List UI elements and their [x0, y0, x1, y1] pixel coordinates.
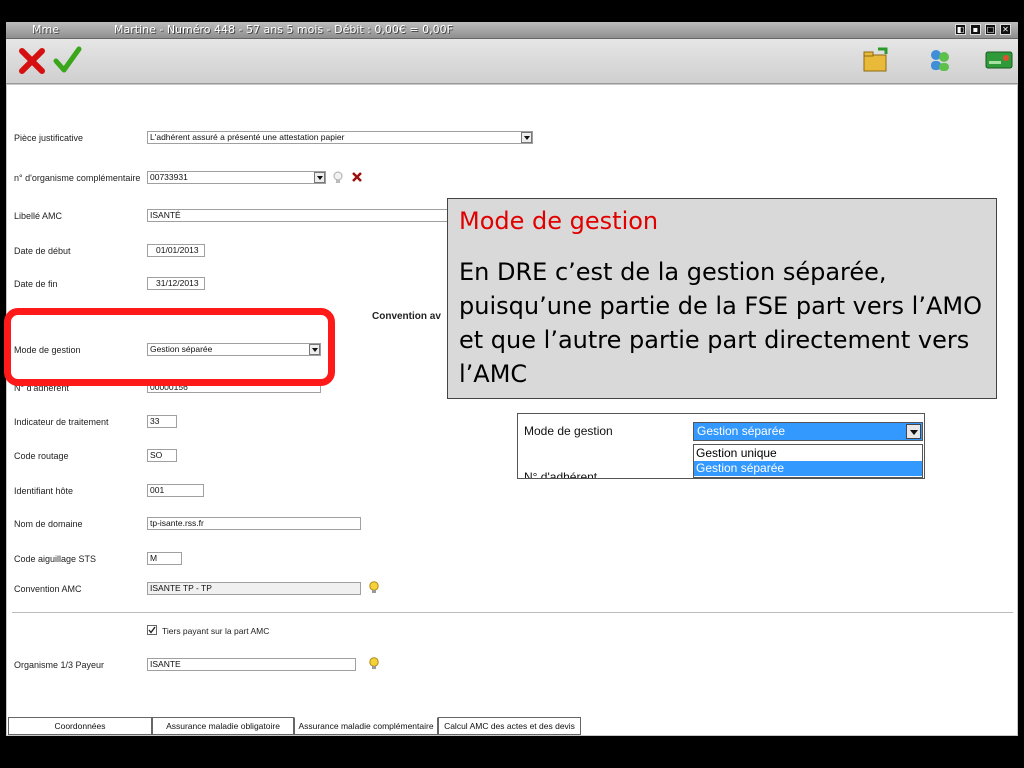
libelle-label: Libellé AMC [14, 211, 63, 221]
routage-label: Code routage [14, 451, 69, 461]
zoom-inset: Mode de gestion Gestion séparée Gestion … [517, 413, 925, 479]
callout-body: En DRE c’est de la gestion séparée, puis… [459, 258, 982, 388]
tiers-checkbox[interactable] [147, 625, 157, 635]
sts-value: M [150, 553, 158, 563]
option-gestion-unique[interactable]: Gestion unique [694, 446, 924, 461]
vitale-card-icon[interactable] [985, 51, 1013, 69]
title-salutation: Mme [32, 23, 59, 36]
zoom-dropdown-list: Gestion unique Gestion séparée [693, 444, 923, 478]
zoom-selected-value: Gestion séparée [697, 424, 786, 438]
piece-value: L'adhérent assuré a présenté une attesta… [150, 132, 345, 142]
payeur-input[interactable]: ISANTE [147, 658, 356, 671]
tab-amc[interactable]: Assurance maladie complémentaire [294, 717, 438, 735]
debut-value: 01/01/2013 [156, 245, 199, 255]
zoom-adherent-label: N° d'adhérent [524, 470, 598, 479]
routage-input[interactable]: SO [147, 449, 177, 462]
lightbulb-icon[interactable] [368, 657, 380, 672]
minimize-icon[interactable]: ▪ [970, 24, 981, 35]
routage-value: SO [150, 450, 163, 460]
red-x-icon[interactable] [18, 47, 46, 75]
restore-icon[interactable]: ◧ [955, 24, 966, 35]
convention-label: Convention AMC [14, 584, 82, 594]
indicateur-value: 33 [150, 416, 160, 426]
window-title-bar: Mme Martine - Numéro 448 - 57 ans 5 mois… [6, 22, 1018, 39]
option-gestion-separee[interactable]: Gestion séparée [694, 461, 922, 476]
convention-heading: Convention av [372, 311, 441, 322]
chevron-down-icon[interactable] [314, 172, 325, 183]
piece-label: Pièce justificative [14, 133, 84, 143]
tiers-label: Tiers payant sur la part AMC [162, 626, 270, 636]
domaine-value: tp-isante.rss.fr [150, 518, 204, 528]
tab-amo[interactable]: Assurance maladie obligatoire [152, 717, 294, 735]
zoom-mode-label: Mode de gestion [524, 424, 613, 438]
highlight-box [4, 308, 335, 386]
hote-input[interactable]: 001 [147, 484, 204, 497]
debut-label: Date de début [14, 246, 71, 256]
maximize-icon[interactable]: □ [985, 24, 996, 35]
indicateur-label: Indicateur de traitement [14, 417, 109, 427]
delete-x-icon[interactable] [352, 172, 362, 182]
window-title: Martine - Numéro 448 - 57 ans 5 mois - D… [114, 23, 453, 36]
hote-value: 001 [150, 485, 165, 495]
organisme-select[interactable]: 00733931 [147, 171, 326, 184]
fin-label: Date de fin [14, 279, 58, 289]
payeur-value: ISANTE [150, 659, 181, 669]
tab-calcul-amc[interactable]: Calcul AMC des actes et des devis [438, 717, 581, 735]
tab-coordonnees[interactable]: Coordonnées [8, 717, 152, 735]
chevron-down-icon[interactable] [521, 132, 532, 143]
domaine-label: Nom de domaine [14, 519, 83, 529]
libelle-input[interactable]: ISANTÉ [147, 209, 452, 222]
sts-label: Code aiguillage STS [14, 554, 97, 564]
libelle-value: ISANTÉ [150, 210, 181, 220]
lightbulb-off-icon[interactable] [332, 171, 344, 185]
indicateur-input[interactable]: 33 [147, 415, 177, 428]
organisme-value: 00733931 [150, 172, 188, 182]
debut-input[interactable]: 01/01/2013 [147, 244, 205, 257]
convention-input[interactable]: ISANTE TP - TP [147, 582, 361, 595]
toolbar [6, 39, 1018, 84]
section-divider [12, 612, 1013, 613]
folder-icon[interactable] [862, 47, 890, 73]
chevron-down-icon[interactable] [906, 424, 921, 439]
explanation-callout: Mode de gestion En DRE c’est de la gesti… [447, 198, 997, 399]
users-icon[interactable] [926, 47, 954, 73]
check-icon [148, 626, 156, 634]
zoom-mode-select[interactable]: Gestion séparée [693, 422, 923, 441]
organisme-label: n° d'organisme complémentaire [14, 173, 141, 183]
close-window-icon[interactable]: ✕ [1000, 24, 1011, 35]
lightbulb-icon[interactable] [368, 581, 380, 596]
hote-label: Identifiant hôte [14, 486, 74, 496]
piece-select[interactable]: L'adhérent assuré a présenté une attesta… [147, 131, 533, 144]
green-check-icon[interactable] [52, 45, 82, 75]
domaine-input[interactable]: tp-isante.rss.fr [147, 517, 361, 530]
payeur-label: Organisme 1/3 Payeur [14, 660, 105, 670]
sts-input[interactable]: M [147, 552, 182, 565]
fin-input[interactable]: 31/12/2013 [147, 277, 205, 290]
callout-title: Mode de gestion [459, 207, 659, 235]
convention-value: ISANTE TP - TP [150, 583, 212, 593]
fin-value: 31/12/2013 [156, 278, 199, 288]
